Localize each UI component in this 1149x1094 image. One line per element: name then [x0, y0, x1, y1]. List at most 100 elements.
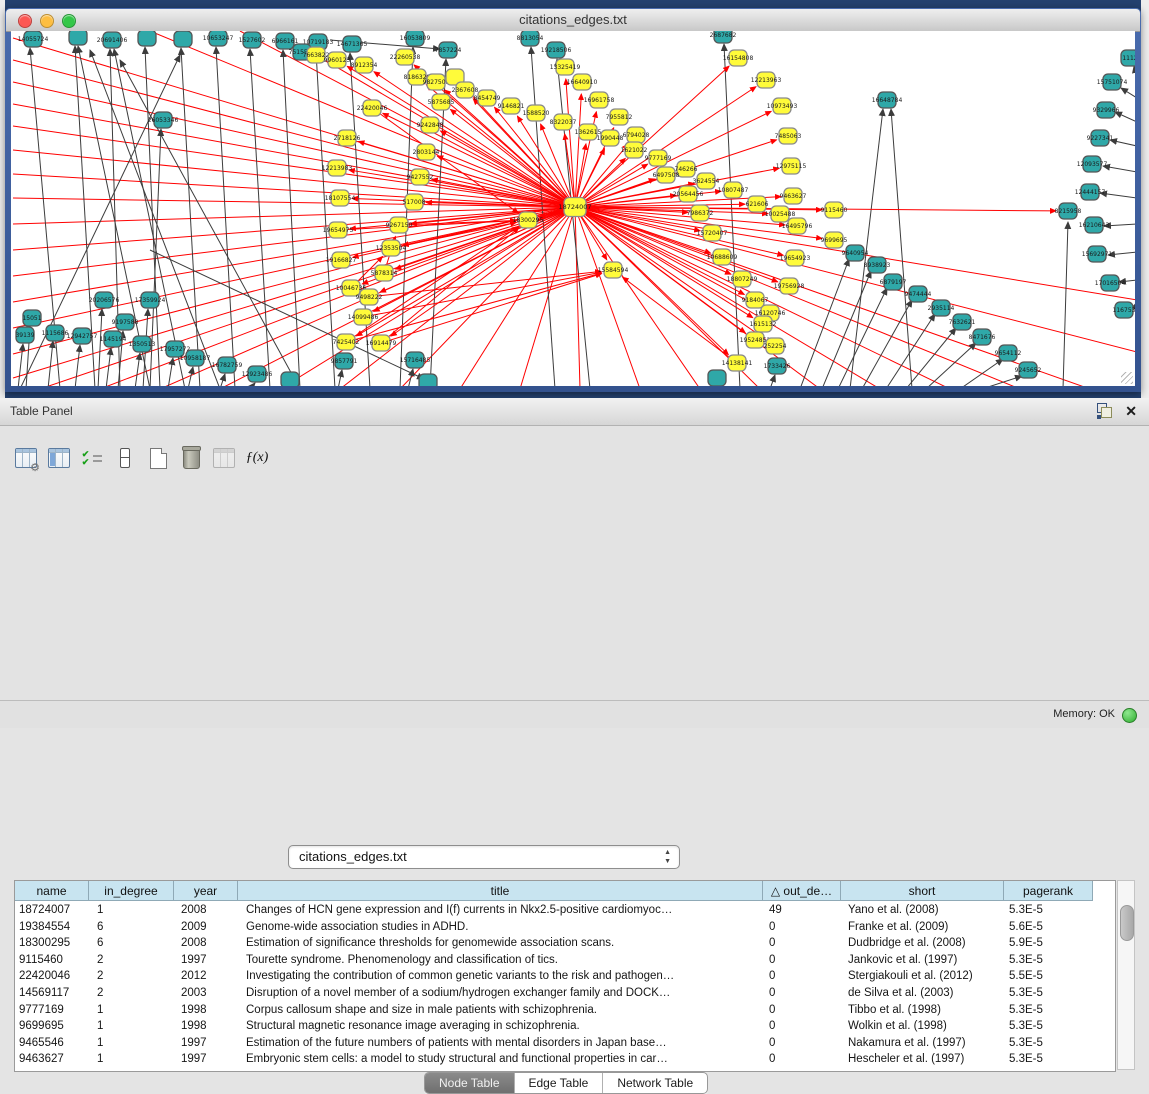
cell-pagerank[interactable]: 5.3E-5 — [1004, 1035, 1093, 1052]
cell-pagerank[interactable]: 5.3E-5 — [1004, 952, 1093, 969]
table-row[interactable]: 946554611997Estimation of the future num… — [15, 1035, 1093, 1052]
cell-out_de[interactable]: 0 — [763, 919, 841, 936]
table-row[interactable]: 1938455462009Genome-wide association stu… — [15, 919, 1093, 936]
cell-in_degree[interactable]: 1 — [89, 902, 174, 919]
cell-short[interactable]: Hescheler et al. (1997) — [841, 1051, 1004, 1068]
cell-short[interactable]: de Silva et al. (2003) — [841, 985, 1004, 1002]
scrollbar-thumb[interactable] — [1120, 905, 1134, 941]
cell-in_degree[interactable]: 2 — [89, 985, 174, 1002]
cell-pagerank[interactable]: 5.3E-5 — [1004, 985, 1093, 1002]
cell-pagerank[interactable]: 5.9E-5 — [1004, 935, 1093, 952]
table-row[interactable]: 1872400712008Changes of HCN gene express… — [15, 902, 1093, 919]
column-header-in_degree[interactable]: in_degree — [89, 881, 174, 901]
float-panel-icon[interactable] — [1097, 403, 1113, 419]
select-all-rows-icon[interactable]: ✔✔ — [80, 445, 104, 471]
cell-title[interactable]: Genome-wide association studies in ADHD. — [238, 919, 763, 936]
teal-node[interactable] — [419, 374, 437, 386]
cell-in_degree[interactable]: 1 — [89, 1035, 174, 1052]
cell-in_degree[interactable]: 6 — [89, 935, 174, 952]
teal-node[interactable] — [138, 31, 156, 46]
teal-node[interactable] — [708, 370, 726, 386]
cell-in_degree[interactable]: 1 — [89, 1018, 174, 1035]
teal-node[interactable] — [281, 372, 299, 386]
column-header-short[interactable]: short — [841, 881, 1004, 901]
cell-name[interactable]: 9777169 — [15, 1002, 89, 1019]
tab-edge-table[interactable]: Edge Table — [515, 1073, 604, 1093]
cell-short[interactable]: Franke et al. (2009) — [841, 919, 1004, 936]
cell-out_de[interactable]: 0 — [763, 935, 841, 952]
cell-title[interactable]: Tourette syndrome. Phenomenology and cla… — [238, 952, 763, 969]
cell-name[interactable]: 9463627 — [15, 1051, 89, 1068]
teal-node[interactable] — [174, 31, 192, 47]
function-builder-icon[interactable]: ƒ(x) — [245, 445, 269, 471]
table-row[interactable]: 2242004622012Investigating the contribut… — [15, 968, 1093, 985]
table-row[interactable]: 946362711997Embryonic stem cells: a mode… — [15, 1051, 1093, 1068]
memory-status-indicator[interactable] — [1122, 708, 1137, 723]
cell-short[interactable]: Yano et al. (2008) — [841, 902, 1004, 919]
cell-in_degree[interactable]: 6 — [89, 919, 174, 936]
cell-out_de[interactable]: 0 — [763, 968, 841, 985]
cell-name[interactable]: 18300295 — [15, 935, 89, 952]
close-panel-icon[interactable]: ✕ — [1125, 403, 1137, 419]
table-row[interactable]: 1456911722003Disruption of a novel membe… — [15, 985, 1093, 1002]
cell-year[interactable]: 2003 — [174, 985, 238, 1002]
cell-pagerank[interactable]: 5.3E-5 — [1004, 1051, 1093, 1068]
tab-node-table[interactable]: Node Table — [425, 1073, 515, 1093]
cell-pagerank[interactable]: 5.3E-5 — [1004, 1018, 1093, 1035]
cell-title[interactable]: Structural magnetic resonance image aver… — [238, 1018, 763, 1035]
cell-out_de[interactable]: 49 — [763, 902, 841, 919]
cell-in_degree[interactable]: 1 — [89, 1051, 174, 1068]
cell-pagerank[interactable]: 5.5E-5 — [1004, 968, 1093, 985]
cell-year[interactable]: 2008 — [174, 902, 238, 919]
cell-year[interactable]: 2012 — [174, 968, 238, 985]
teal-node[interactable] — [69, 31, 87, 45]
table-row[interactable]: 911546021997Tourette syndrome. Phenomeno… — [15, 952, 1093, 969]
table-vertical-scrollbar[interactable] — [1117, 880, 1135, 1070]
column-header-year[interactable]: year — [174, 881, 238, 901]
cell-in_degree[interactable]: 1 — [89, 1002, 174, 1019]
cell-in_degree[interactable]: 2 — [89, 952, 174, 969]
cell-short[interactable]: Nakamura et al. (1997) — [841, 1035, 1004, 1052]
network-window-titlebar[interactable]: citations_edges.txt — [6, 9, 1140, 32]
cell-out_de[interactable]: 0 — [763, 1002, 841, 1019]
cell-title[interactable]: Estimation of significance thresholds fo… — [238, 935, 763, 952]
cell-pagerank[interactable]: 5.3E-5 — [1004, 902, 1093, 919]
table-row[interactable]: 1830029562008Estimation of significance … — [15, 935, 1093, 952]
column-header-out_de[interactable]: △ out_de… — [763, 881, 841, 901]
network-canvas[interactable]: 1405572420691406106532471527602696616110… — [11, 31, 1135, 386]
cell-year[interactable]: 1998 — [174, 1018, 238, 1035]
new-table-icon[interactable] — [146, 445, 170, 471]
table-panel-header[interactable]: Table Panel ✕ — [0, 398, 1149, 426]
table-row[interactable]: 969969511998Structural magnetic resonanc… — [15, 1018, 1093, 1035]
cell-name[interactable]: 22420046 — [15, 968, 89, 985]
cell-name[interactable]: 18724007 — [15, 902, 89, 919]
cell-title[interactable]: Changes of HCN gene expression and I(f) … — [238, 902, 763, 919]
resize-grip-icon[interactable] — [1121, 372, 1133, 384]
table-row[interactable]: 977716911998Corpus callosum shape and si… — [15, 1002, 1093, 1019]
cell-title[interactable]: Disruption of a novel member of a sodium… — [238, 985, 763, 1002]
cell-year[interactable]: 1998 — [174, 1002, 238, 1019]
cell-name[interactable]: 14569117 — [15, 985, 89, 1002]
cell-name[interactable]: 9465546 — [15, 1035, 89, 1052]
cell-title[interactable]: Investigating the contribution of common… — [238, 968, 763, 985]
cell-out_de[interactable]: 0 — [763, 1018, 841, 1035]
cell-short[interactable]: Wolkin et al. (1998) — [841, 1018, 1004, 1035]
cell-pagerank[interactable]: 5.6E-5 — [1004, 919, 1093, 936]
node-table[interactable]: namein_degreeyeartitle△ out_de…shortpage… — [14, 880, 1116, 1072]
column-header-pagerank[interactable]: pagerank — [1004, 881, 1093, 901]
cell-short[interactable]: Stergiakouli et al. (2012) — [841, 968, 1004, 985]
cell-name[interactable]: 9699695 — [15, 1018, 89, 1035]
cell-out_de[interactable]: 0 — [763, 1035, 841, 1052]
cell-year[interactable]: 1997 — [174, 1051, 238, 1068]
cell-name[interactable]: 9115460 — [15, 952, 89, 969]
show-columns-icon[interactable] — [47, 445, 71, 471]
cell-year[interactable]: 2009 — [174, 919, 238, 936]
cell-out_de[interactable]: 0 — [763, 952, 841, 969]
column-header-title[interactable]: title — [238, 881, 763, 901]
cell-year[interactable]: 2008 — [174, 935, 238, 952]
delete-table-icon[interactable] — [179, 445, 203, 471]
cell-short[interactable]: Jankovic et al. (1997) — [841, 952, 1004, 969]
row-height-icon[interactable] — [113, 445, 137, 471]
cell-name[interactable]: 19384554 — [15, 919, 89, 936]
cell-pagerank[interactable]: 5.3E-5 — [1004, 1002, 1093, 1019]
